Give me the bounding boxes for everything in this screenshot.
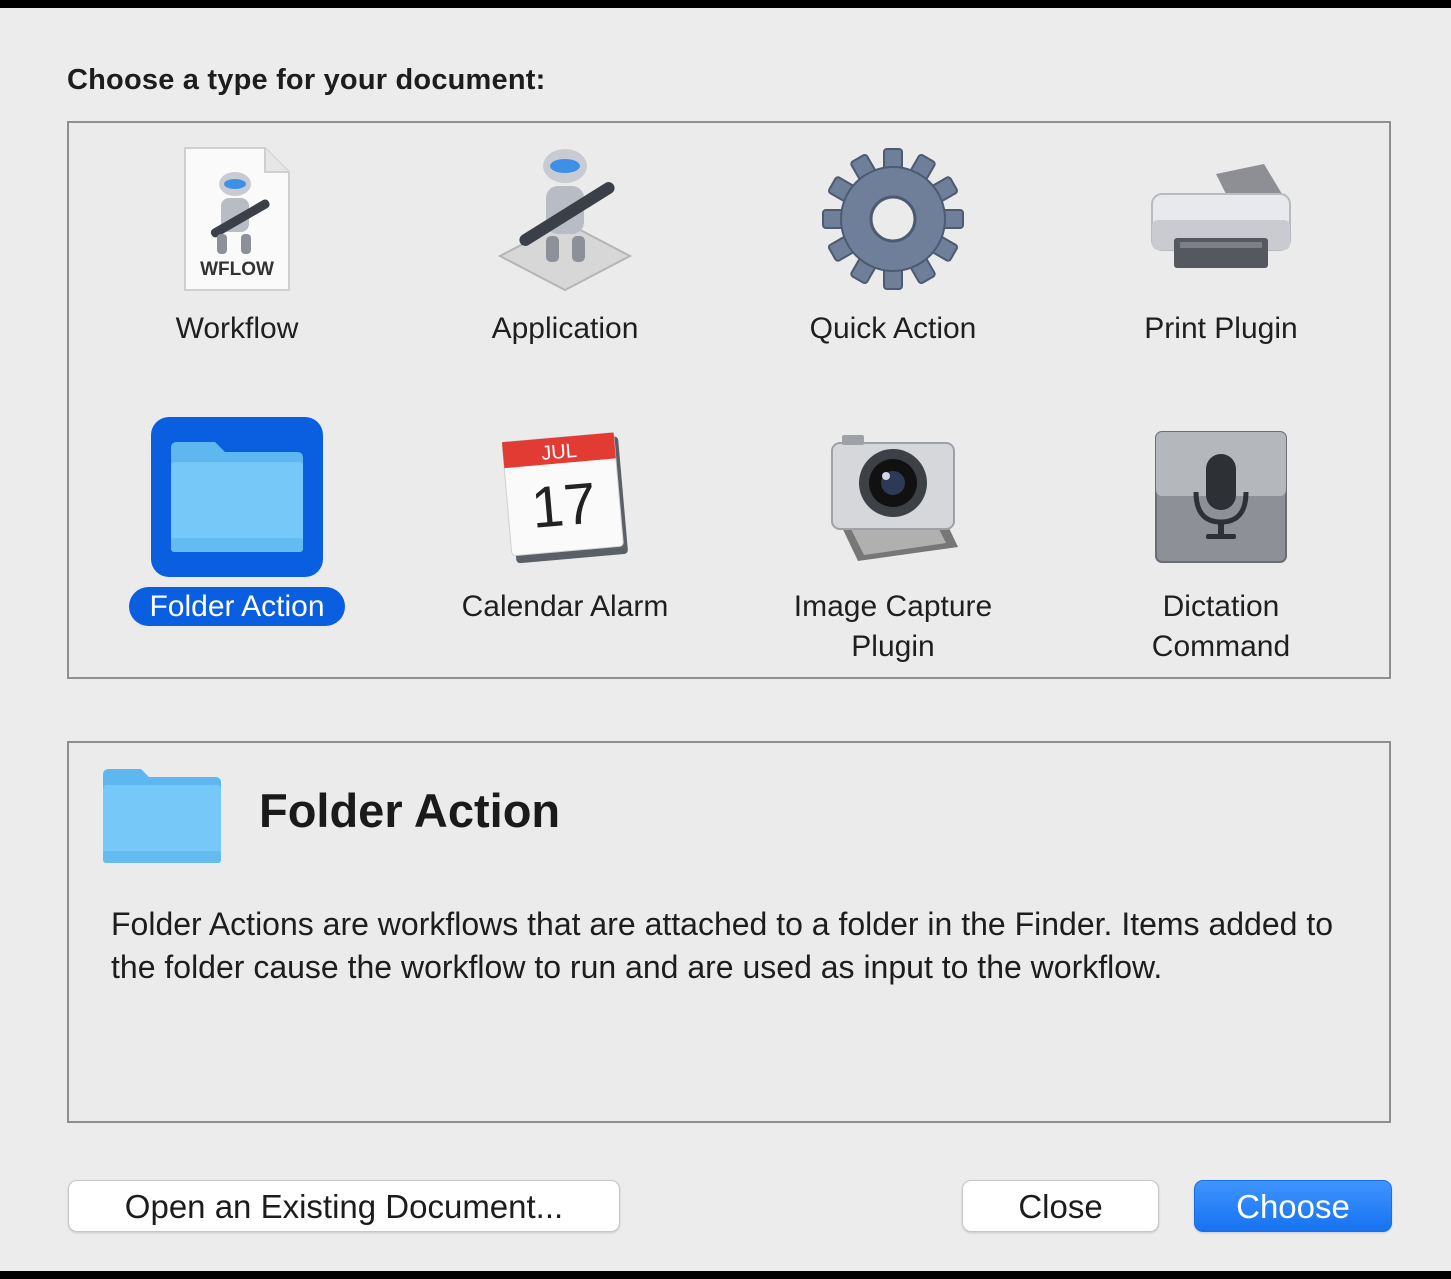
camera-icon (807, 417, 979, 577)
microphone-icon (1135, 417, 1307, 577)
type-application[interactable]: Application (401, 131, 729, 381)
type-folder-action[interactable]: Folder Action (73, 409, 401, 659)
close-button[interactable]: Close (962, 1180, 1159, 1232)
description-title: Folder Action (259, 784, 561, 837)
calendar-icon: JUL 17 (479, 417, 651, 577)
open-existing-document-button[interactable]: Open an Existing Document... (68, 1180, 620, 1232)
folder-icon (151, 417, 323, 577)
type-label: Quick Action (809, 312, 977, 345)
type-workflow[interactable]: WFLOW Workflow (73, 131, 401, 381)
dialog-heading: Choose a type for your document: (67, 64, 546, 96)
folder-icon (101, 767, 223, 872)
type-label: Print Plugin (1144, 312, 1298, 345)
choose-button[interactable]: Choose (1194, 1180, 1392, 1232)
type-label: Folder Action (73, 587, 401, 627)
gear-icon (807, 139, 979, 299)
printer-icon (1135, 139, 1307, 299)
wflow-document-icon: WFLOW (151, 139, 323, 299)
type-dictation-command[interactable]: Dictation Command (1057, 409, 1385, 663)
type-label: Calendar Alarm (461, 590, 669, 623)
automator-robot-icon (479, 139, 651, 299)
type-calendar-alarm[interactable]: JUL 17 Calendar Alarm (401, 409, 729, 659)
document-type-grid: WFLOW Workflow Application Quick Action … (67, 121, 1391, 679)
svg-text:WFLOW: WFLOW (200, 259, 274, 280)
type-quick-action[interactable]: Quick Action (729, 131, 1057, 381)
type-image-capture-plugin[interactable]: Image Capture Plugin (729, 409, 1057, 663)
description-panel: Folder Action Folder Actions are workflo… (67, 741, 1391, 1123)
svg-text:JUL: JUL (540, 440, 577, 465)
type-print-plugin[interactable]: Print Plugin (1057, 131, 1385, 381)
type-label: Dictation Command (1151, 590, 1291, 663)
type-label: Image Capture Plugin (793, 590, 993, 663)
type-label: Application (491, 312, 639, 345)
svg-text:17: 17 (529, 470, 599, 540)
new-document-dialog: Choose a type for your document: WFLOW W… (0, 8, 1451, 1271)
type-label: Workflow (175, 312, 299, 345)
description-text: Folder Actions are workflows that are at… (111, 906, 1333, 985)
